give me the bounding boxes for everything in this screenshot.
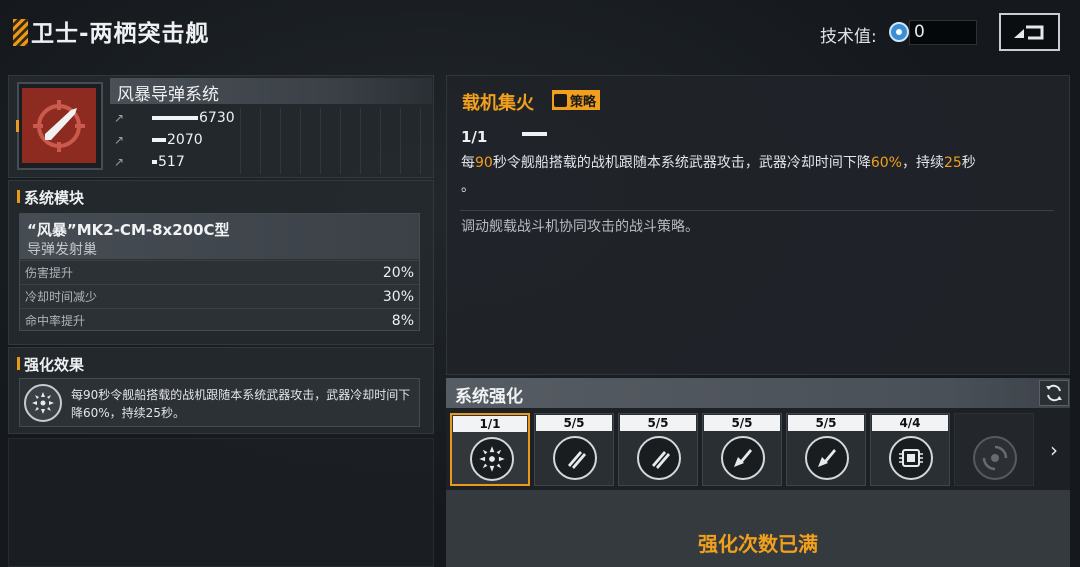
slot-level: 1/1: [453, 416, 527, 432]
enhance-full-text: 强化次数已满: [698, 532, 818, 556]
damage-arrow-icon: ↗: [114, 111, 125, 125]
locked-radar-icon: [973, 436, 1017, 480]
tech-point-icon: [889, 22, 909, 42]
module-subtitle: 导弹发射巢: [27, 242, 97, 258]
enhance-slot[interactable]: 5/5: [618, 413, 698, 486]
strategy-tag-label: 策略: [570, 94, 597, 110]
title-stripe-mark: [13, 19, 28, 46]
module-stat-value: 8%: [391, 312, 414, 329]
skill-level-bar: [522, 132, 547, 136]
chip-module-icon: [889, 436, 933, 480]
enhance-section-title: 强化效果: [24, 356, 85, 374]
missile-cluster-icon: [805, 436, 849, 480]
skill-level: 1/1: [461, 128, 488, 146]
desc-highlight: 90: [475, 155, 493, 171]
slot-level: 5/5: [536, 415, 612, 431]
stat-value-damage: 6730: [199, 110, 235, 126]
strategy-icon: [554, 93, 567, 107]
enhance-slot[interactable]: 4/4: [870, 413, 950, 486]
divider: [460, 210, 1054, 211]
stat-value-range: 2070: [167, 132, 203, 148]
desc-text: 。: [461, 179, 475, 195]
missile-pair-icon: [637, 436, 681, 480]
section-mark: [17, 357, 20, 370]
slot-level: 4/4: [872, 415, 948, 431]
module-stat-key: 冷却时间减少: [25, 290, 98, 304]
back-button[interactable]: [999, 13, 1060, 51]
stat-bar-range: [152, 138, 166, 142]
carrier-strike-icon: [24, 384, 62, 422]
system-enhance-header: [446, 378, 1070, 408]
skill-description: 每90秒令舰船搭载的战机跟随本系统武器攻击，武器冷却时间下降60%，持续25秒。: [461, 151, 1061, 199]
back-return-icon: [1013, 25, 1043, 40]
desc-text: 秒令舰船搭载的战机跟随本系统武器攻击，武器冷却时间下降: [492, 155, 871, 171]
enhance-effect-text: 每90秒令舰船搭载的战机跟随本系统武器攻击，武器冷却时间下降60%，持续25秒。: [71, 388, 411, 420]
stat-row-damage: ↗ 6730: [114, 109, 235, 127]
carrier-strike-icon: [470, 437, 514, 481]
skill-flavor-text: 调动舰载战斗机协同攻击的战斗策略。: [461, 219, 699, 235]
module-stat-row: 伤害提升 20%: [20, 260, 419, 284]
missile-pair-icon: [553, 436, 597, 480]
range-arrow-icon: ↗: [114, 133, 125, 147]
refresh-icon: [1046, 384, 1062, 402]
tech-value: 0: [909, 20, 977, 45]
module-section-title: 系统模块: [24, 189, 85, 207]
module-stat-key: 伤害提升: [25, 266, 74, 280]
missile-target-icon[interactable]: [22, 88, 96, 163]
desc-text: 秒: [961, 155, 976, 171]
slot-level: 5/5: [788, 415, 864, 431]
desc-text: ，持续: [901, 155, 944, 171]
module-name: “风暴”MK2-CM-8x200C型: [27, 221, 230, 239]
stat-row-rate: ↗ 517: [114, 153, 185, 171]
stat-value-rate: 517: [158, 154, 185, 170]
weapon-name: 风暴导弹系统: [117, 85, 219, 105]
strategy-tag: 策略: [552, 90, 601, 110]
page-title: 卫士-两栖突击舰: [31, 21, 210, 47]
next-slot-arrow-icon[interactable]: ›: [1038, 413, 1070, 486]
slot-level: 5/5: [704, 415, 780, 431]
stat-bar-rate: [152, 160, 157, 164]
slot-level: 5/5: [620, 415, 696, 431]
stat-bar-damage: [152, 116, 198, 120]
stat-row-range: ↗ 2070: [114, 131, 203, 149]
module-stat-row: 命中率提升 8%: [20, 308, 419, 332]
desc-highlight: 25: [943, 155, 962, 171]
tech-value-label: 技术值:: [820, 27, 877, 47]
enhance-slot[interactable]: 5/5: [702, 413, 782, 486]
system-enhance-title: 系统强化: [455, 387, 523, 407]
weapon-stats: ↗ 6730 ↗ 2070 ↗ 517: [114, 108, 430, 174]
module-stat-value: 30%: [382, 288, 414, 305]
missile-cluster-icon: [721, 436, 765, 480]
module-stat-value: 20%: [382, 264, 414, 281]
rate-arrow-icon: ↗: [114, 155, 125, 169]
skill-title: 载机集火: [462, 93, 534, 114]
background-panel: [8, 438, 434, 567]
desc-highlight: 60%: [870, 155, 902, 171]
enhance-slot[interactable]: 5/5: [786, 413, 866, 486]
section-mark: [17, 190, 20, 203]
enhance-slot[interactable]: 5/5: [534, 413, 614, 486]
module-stat-key: 命中率提升: [25, 314, 86, 328]
refresh-button[interactable]: [1039, 380, 1069, 406]
enhance-slot-locked[interactable]: [954, 413, 1034, 486]
module-stat-row: 冷却时间减少 30%: [20, 284, 419, 308]
desc-text: 每: [461, 155, 475, 171]
enhance-slot[interactable]: 1/1: [450, 413, 530, 486]
selection-tick: [16, 120, 19, 132]
